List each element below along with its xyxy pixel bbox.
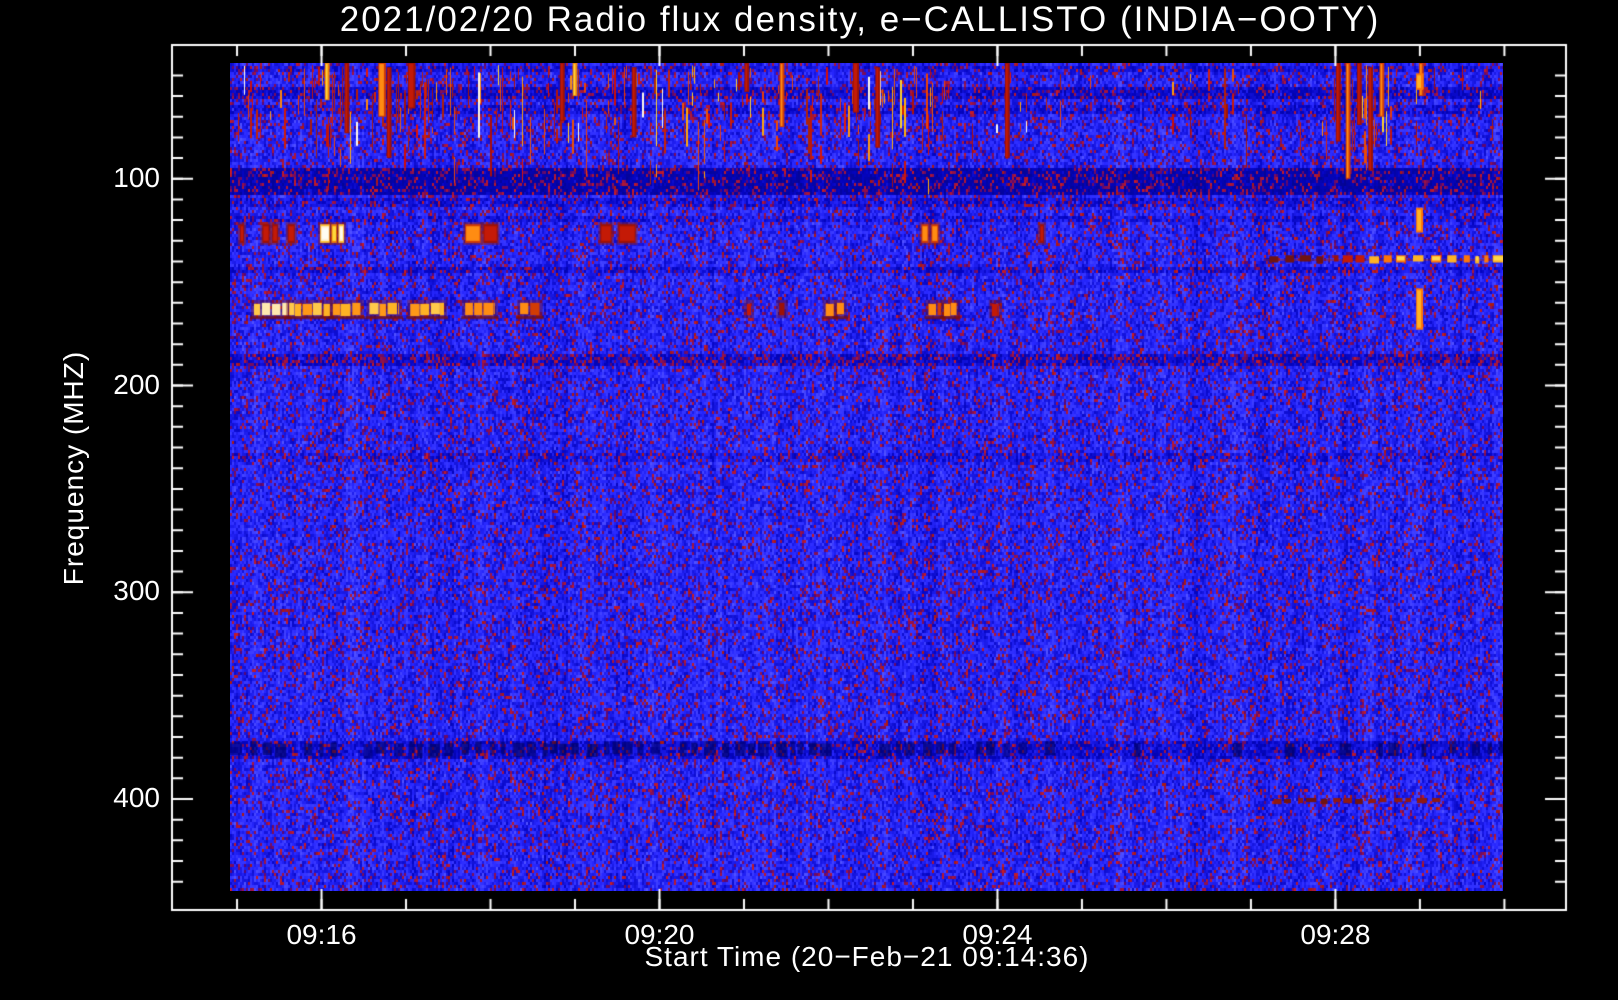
y-tick-label: 400	[48, 782, 160, 814]
x-tick-label: 09:28	[1265, 919, 1405, 951]
spectrogram-canvas	[230, 63, 1503, 891]
y-tick-label: 300	[48, 575, 160, 607]
y-tick-label: 200	[48, 369, 160, 401]
page-title: 2021/02/20 Radio flux density, e−CALLIST…	[340, 0, 1381, 40]
x-tick-label: 09:20	[589, 919, 729, 951]
x-tick-label: 09:16	[252, 919, 392, 951]
y-tick-label: 100	[48, 162, 160, 194]
x-tick-label: 09:24	[927, 919, 1067, 951]
